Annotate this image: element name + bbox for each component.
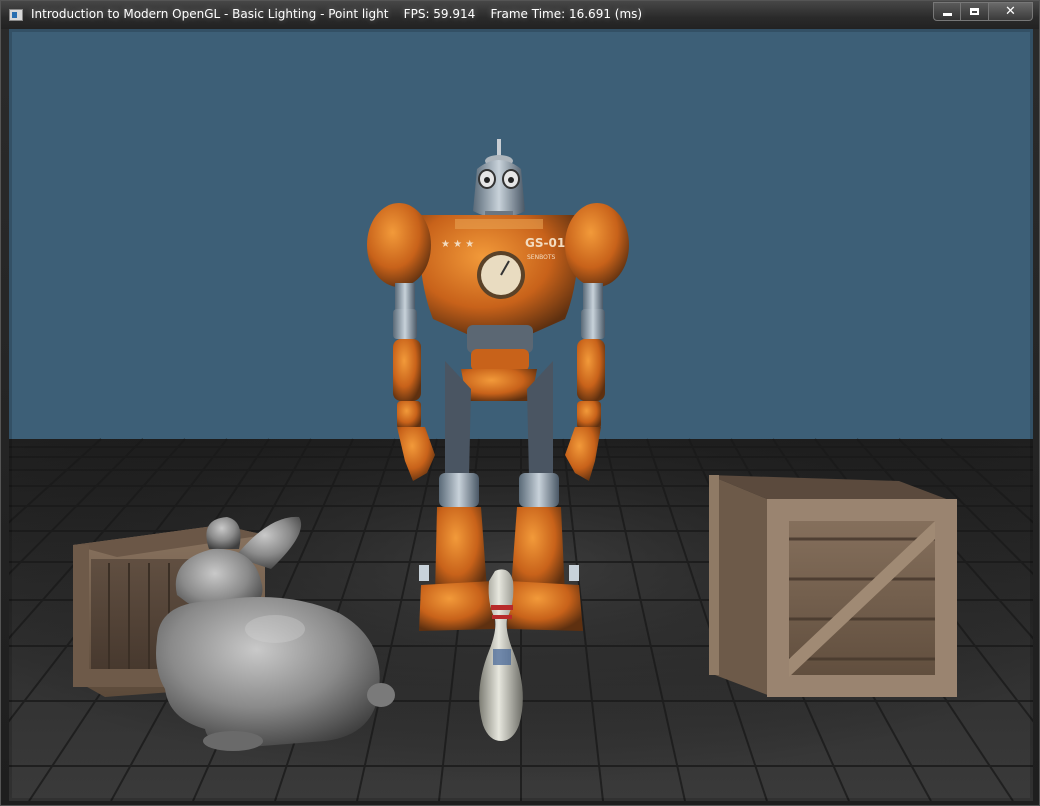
maximize-icon — [970, 8, 979, 15]
wooden-crate-right — [709, 475, 957, 697]
minimize-icon — [942, 13, 952, 16]
opengl-viewport[interactable]: GS-01 SENBOTS ★ ★ ★ — [9, 29, 1033, 801]
robot-chest-label: GS-01 — [525, 236, 565, 250]
title-bar[interactable]: Introduction to Modern OpenGL - Basic Li… — [1, 1, 1039, 29]
maximize-button[interactable] — [961, 2, 989, 21]
window-title: Introduction to Modern OpenGL - Basic Li… — [31, 7, 643, 21]
close-icon: ✕ — [1005, 4, 1016, 19]
robot-chest-sublabel: SENBOTS — [527, 254, 555, 261]
app-window-icon[interactable] — [9, 9, 23, 21]
robot-stars: ★ ★ ★ — [441, 239, 474, 250]
application-window: Introduction to Modern OpenGL - Basic Li… — [0, 0, 1040, 806]
minimize-button[interactable] — [933, 2, 961, 21]
close-button[interactable]: ✕ — [989, 2, 1033, 21]
scene-render: GS-01 SENBOTS ★ ★ ★ — [9, 29, 1033, 801]
window-controls: ✕ — [933, 2, 1033, 21]
